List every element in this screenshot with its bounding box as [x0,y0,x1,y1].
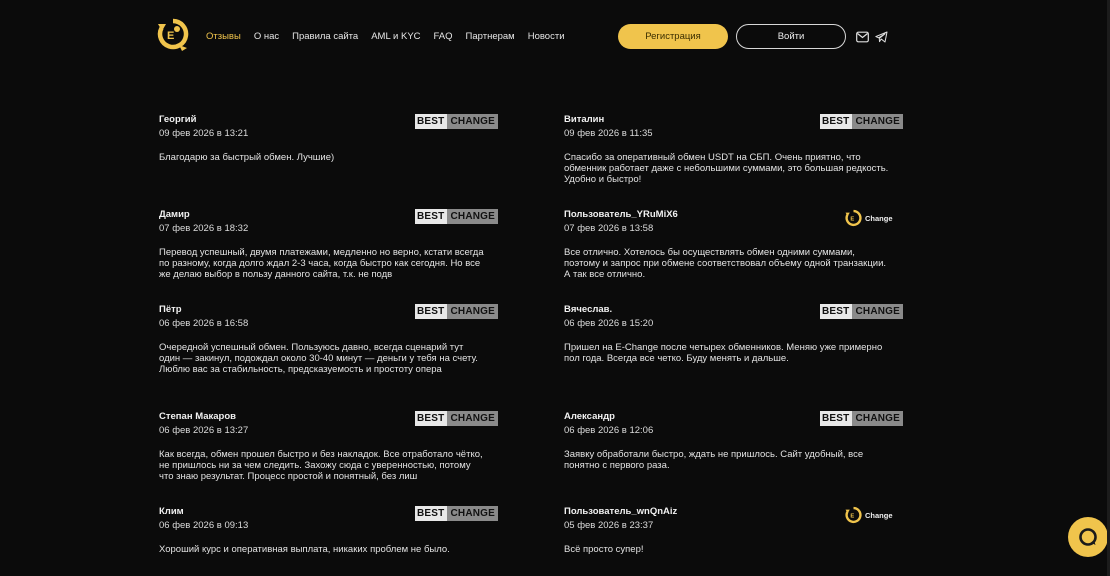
review-author: Виталин [564,114,605,125]
review-text: Перевод успешный, двумя платежами, медле… [159,247,484,281]
badge-text-change: CHANGE [447,411,499,426]
badge-text-change: CHANGE [852,411,904,426]
review-date: 06 фев 2026 в 13:27 [159,425,249,436]
badge-text-change: CHANGE [447,209,499,224]
review-text: Благодарю за быстрый обмен. Лучшие) [159,152,335,163]
review-author: Александр [564,411,615,422]
echange-badge-label: Change [865,510,893,520]
review-text: Всё просто супер! [564,544,644,555]
nav-item-aml-kyc[interactable]: AML и KYC [371,31,420,42]
badge-text-best: BEST [820,304,853,319]
nav-item-partners[interactable]: Партнерам [466,31,515,42]
review-text: Хороший курс и оперативная выплата, ника… [159,544,450,555]
badge-text-change: CHANGE [447,304,499,319]
nav-item-faq[interactable]: FAQ [434,31,453,42]
bestchange-badge[interactable]: BEST CHANGE [820,304,904,319]
review-text: Заявку обработали быстро, ждать не пришл… [564,449,864,472]
badge-text-best: BEST [820,114,853,129]
chat-bubble-icon [1079,528,1097,546]
review-date: 07 фев 2026 в 13:58 [564,223,654,234]
review-author: Дамир [159,209,190,220]
register-button[interactable]: Регистрация [618,24,728,49]
echange-logo-icon: E [845,506,862,523]
bestchange-badge[interactable]: BEST CHANGE [415,114,499,129]
badge-text-change: CHANGE [447,114,499,129]
bestchange-badge[interactable]: BEST CHANGE [415,209,499,224]
badge-text-best: BEST [415,209,448,224]
echange-badge[interactable]: E Change [845,208,897,228]
badge-text-best: BEST [820,411,853,426]
review-date: 06 фев 2026 в 12:06 [564,425,654,436]
review-author: Вячеслав. [564,304,613,315]
review-text: Спасибо за оперативный обмен USDT на СБП… [564,152,889,186]
review-date: 09 фев 2026 в 13:21 [159,128,249,139]
badge-text-best: BEST [415,411,448,426]
nav-item-reviews[interactable]: Отзывы [206,31,241,42]
bestchange-badge[interactable]: BEST CHANGE [820,411,904,426]
review-author: Пользователь_YRuMiX6 [564,209,678,220]
bestchange-badge[interactable]: BEST CHANGE [415,411,499,426]
login-button[interactable]: Войти [736,24,846,49]
bestchange-badge[interactable]: BEST CHANGE [820,114,904,129]
review-date: 09 фев 2026 в 11:35 [564,128,653,139]
review-text: Очередной успешный обмен. Пользуюсь давн… [159,342,478,376]
svg-text:E: E [850,513,854,519]
review-date: 06 фев 2026 в 09:13 [159,520,249,531]
badge-text-change: CHANGE [447,506,499,521]
badge-text-best: BEST [415,304,448,319]
badge-text-change: CHANGE [852,304,904,319]
echange-logo-icon[interactable]: E [157,18,189,52]
echange-badge-label: Change [865,213,893,223]
chat-widget-button[interactable] [1068,517,1108,557]
site-header: E Отзывы О нас Правила сайта AML и KYC F… [0,0,1110,75]
review-text: Пришел на E-Change после четырех обменни… [564,342,883,365]
review-date: 07 фев 2026 в 18:32 [159,223,249,234]
main-nav: Отзывы О нас Правила сайта AML и KYC FAQ… [206,31,578,42]
svg-text:E: E [850,216,854,222]
review-text: Как всегда, обмен прошел быстро и без на… [159,449,483,483]
nav-item-news[interactable]: Новости [528,31,565,42]
nav-item-rules[interactable]: Правила сайта [292,31,358,42]
telegram-icon[interactable] [875,31,888,43]
badge-text-best: BEST [415,114,448,129]
echange-badge[interactable]: E Change [845,505,897,525]
review-author: Степан Макаров [159,411,236,422]
nav-item-about[interactable]: О нас [254,31,279,42]
review-author: Георгий [159,114,197,125]
review-date: 05 фев 2026 в 23:37 [564,520,654,531]
echange-logo-icon: E [845,209,862,226]
svg-text:E: E [167,30,174,42]
bestchange-badge[interactable]: BEST CHANGE [415,506,499,521]
review-date: 06 фев 2026 в 15:20 [564,318,654,329]
badge-text-change: CHANGE [852,114,904,129]
review-author: Клим [159,506,184,517]
review-author: Пользователь_wnQnAiz [564,506,678,517]
review-author: Пётр [159,304,182,315]
mail-icon[interactable] [856,31,869,43]
bestchange-badge[interactable]: BEST CHANGE [415,304,499,319]
badge-text-best: BEST [415,506,448,521]
review-text: Все отлично. Хотелось бы осуществлять об… [564,247,887,281]
review-date: 06 фев 2026 в 16:58 [159,318,249,329]
